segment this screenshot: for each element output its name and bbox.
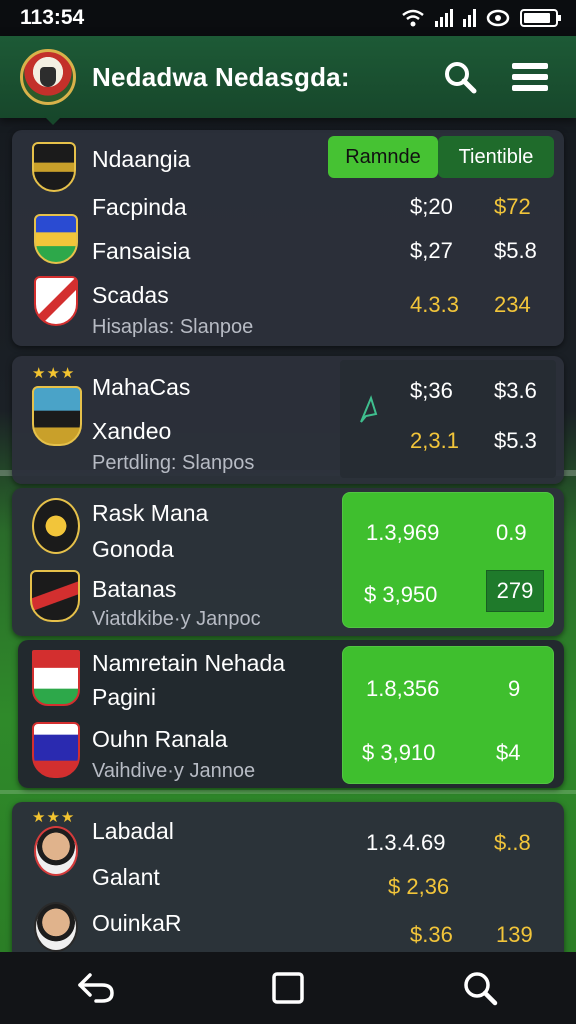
status-icons bbox=[401, 8, 561, 28]
search-icon bbox=[445, 62, 477, 94]
odds-value[interactable]: 234 bbox=[494, 292, 531, 318]
toggle-ramnde[interactable]: Ramnde bbox=[328, 136, 438, 178]
odds-value[interactable]: $5.3 bbox=[494, 428, 537, 454]
team-name: Xandeo bbox=[92, 418, 172, 444]
team-crest bbox=[34, 214, 78, 264]
search-nav-button[interactable] bbox=[450, 958, 510, 1018]
team-name: Scadas bbox=[92, 282, 169, 308]
match-card-2[interactable]: ★★★ MahaCas Xandeo Pertdling: Slanpos $;… bbox=[12, 356, 564, 484]
team-name: Fansaisia bbox=[92, 238, 191, 264]
search-icon bbox=[464, 972, 498, 1006]
app-bar: Nedadwa Nedasgda: bbox=[0, 36, 576, 118]
app-title: Nedadwa Nedasgda: bbox=[92, 61, 350, 92]
odds-value[interactable]: 1.3,969 bbox=[366, 520, 439, 546]
team-crest bbox=[32, 498, 80, 554]
odds-value[interactable]: 139 bbox=[496, 922, 533, 948]
odds-value[interactable]: 0.9 bbox=[496, 520, 527, 546]
team-crest bbox=[32, 650, 80, 706]
team-crest bbox=[30, 570, 80, 622]
team-name: Rask Mana bbox=[92, 500, 209, 526]
odds-value[interactable]: 2,3.1 bbox=[410, 428, 459, 454]
app-bar-pointer bbox=[44, 116, 62, 125]
home-button[interactable] bbox=[258, 958, 318, 1018]
team-crest bbox=[34, 276, 78, 326]
player-name: Labadal bbox=[92, 818, 174, 844]
odds-value[interactable]: 1.8,356 bbox=[366, 676, 439, 702]
signal-icon bbox=[463, 9, 476, 27]
menu-icon bbox=[512, 63, 548, 91]
odds-value[interactable]: 4.3.3 bbox=[410, 292, 459, 318]
match-card-4[interactable]: Namretain Nehada Pagini Ouhn Ranala Vaih… bbox=[18, 640, 564, 788]
team-name: Ouhn Ranala bbox=[92, 726, 228, 752]
status-time: 113:54 bbox=[20, 6, 85, 29]
odds-value[interactable]: $ 2,36 bbox=[388, 874, 449, 900]
card-footer: Hisaplas: Slanpoe bbox=[92, 316, 254, 338]
eye-icon bbox=[486, 9, 510, 27]
back-button[interactable] bbox=[66, 958, 126, 1018]
team-name: Facpinda bbox=[92, 194, 187, 220]
wifi-icon bbox=[402, 9, 424, 27]
odds-value[interactable]: $,27 bbox=[410, 238, 453, 264]
chart-icon bbox=[360, 395, 378, 423]
match-card-5[interactable]: ★★★ Labadal 1.3.4.69 $..8 Galant $ 2,36 … bbox=[12, 802, 564, 962]
odds-value[interactable]: $;36 bbox=[410, 378, 453, 404]
card-header: Ndaangia bbox=[92, 146, 191, 172]
team-name: Pagini bbox=[92, 684, 156, 710]
odds-value[interactable]: $4 bbox=[496, 740, 520, 766]
signal-icon bbox=[435, 9, 453, 27]
team-name: Batanas bbox=[92, 576, 177, 602]
card-footer: Viatdkibe·y Janpoc bbox=[92, 608, 261, 630]
player-avatar bbox=[34, 826, 78, 876]
odds-value[interactable]: $5.8 bbox=[494, 238, 537, 264]
back-icon bbox=[78, 973, 114, 1003]
team-name: Gonoda bbox=[92, 536, 174, 562]
team-crest bbox=[32, 722, 80, 778]
odds-value[interactable]: $72 bbox=[494, 194, 531, 220]
odds-value[interactable]: $.36 bbox=[410, 922, 453, 948]
odds-value[interactable]: $..8 bbox=[494, 830, 531, 856]
search-button[interactable] bbox=[434, 51, 486, 103]
player-name: Galant bbox=[92, 864, 160, 890]
card-footer: Pertdling: Slanpos bbox=[92, 452, 255, 474]
battery-icon bbox=[520, 9, 561, 27]
rating-stars: ★★★ bbox=[32, 365, 76, 382]
player-name: OuinkaR bbox=[92, 910, 182, 936]
rating-stars: ★★★ bbox=[32, 809, 76, 826]
odds-value[interactable]: $3.6 bbox=[494, 378, 537, 404]
odds-value[interactable]: $ 3,950 bbox=[364, 582, 437, 608]
team-name: MahaCas bbox=[92, 374, 191, 400]
menu-button[interactable] bbox=[504, 51, 556, 103]
bottom-nav bbox=[0, 952, 576, 1024]
app-logo bbox=[20, 49, 76, 105]
odds-value-selected[interactable]: 279 bbox=[486, 570, 544, 612]
odds-value[interactable]: 1.3.4.69 bbox=[366, 830, 446, 856]
player-avatar bbox=[34, 902, 78, 952]
home-icon bbox=[272, 972, 304, 1004]
team-crest bbox=[32, 142, 76, 192]
odds-value[interactable]: $ 3,910 bbox=[362, 740, 435, 766]
status-bar: 113:54 bbox=[0, 0, 576, 36]
match-card-3[interactable]: Rask Mana Gonoda Batanas Viatdkibe·y Jan… bbox=[12, 488, 564, 636]
team-crest bbox=[32, 386, 82, 446]
toggle-tientible[interactable]: Tientible bbox=[438, 136, 554, 178]
team-name: Namretain Nehada bbox=[92, 650, 286, 676]
match-card-1[interactable]: Ndaangia Ramnde Tientible Facpinda $;20 … bbox=[12, 130, 564, 346]
card-footer: Vaihdive·y Jannoe bbox=[92, 760, 256, 782]
odds-value[interactable]: 9 bbox=[508, 676, 520, 702]
odds-value[interactable]: $;20 bbox=[410, 194, 453, 220]
